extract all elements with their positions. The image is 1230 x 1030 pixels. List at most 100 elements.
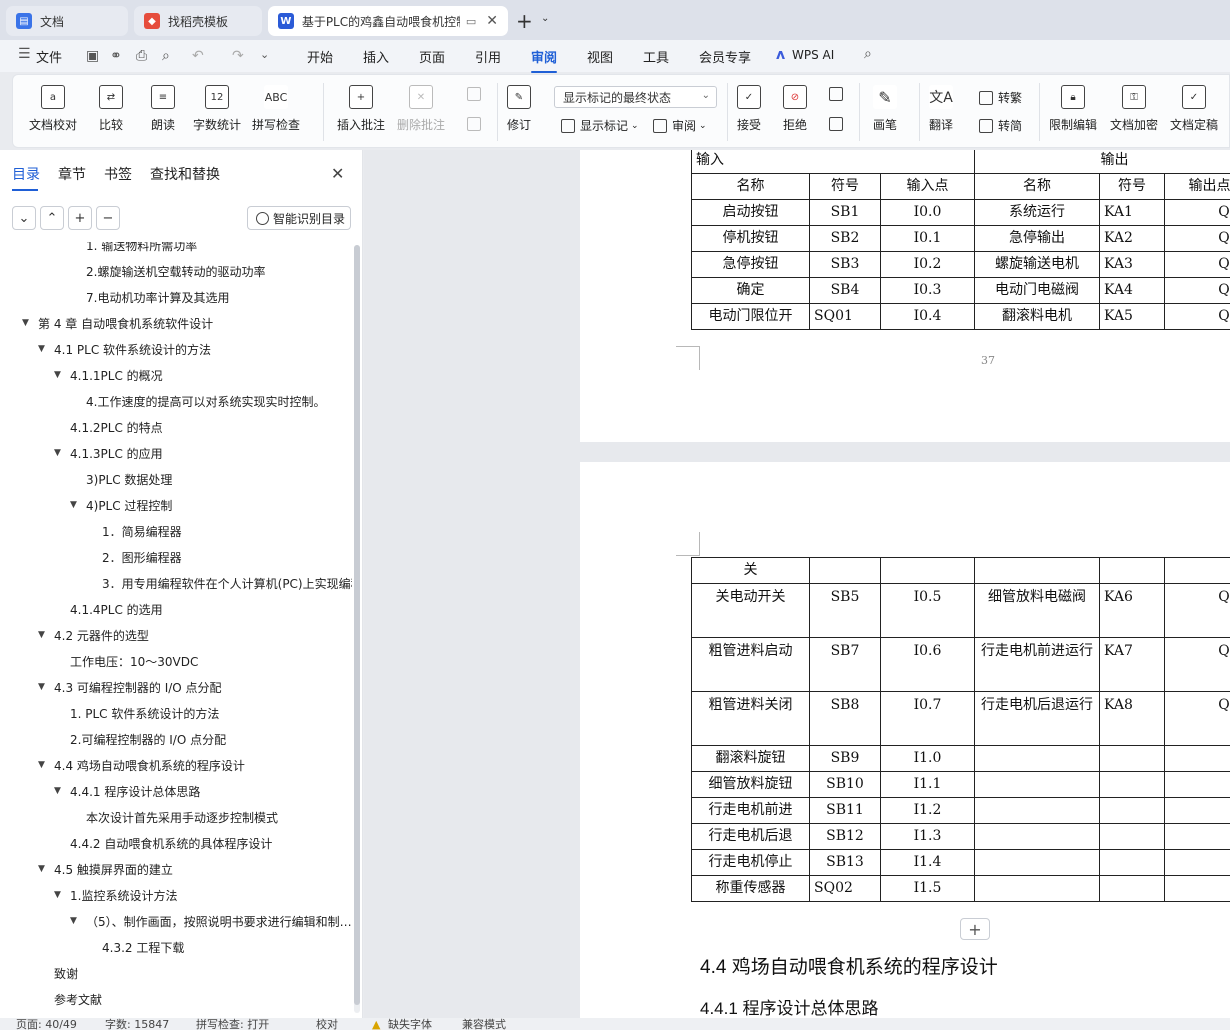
table-cell[interactable]: I0.7 [880, 691, 975, 746]
toc-item[interactable]: ▼ 1.监控系统设计方法 [54, 884, 177, 906]
table-cell[interactable]: SB5 [809, 583, 881, 638]
toc-item[interactable]: ▼ 4)PLC 过程控制 [70, 494, 172, 516]
table-cell[interactable]: I1.0 [880, 745, 975, 772]
table-cell[interactable]: SB7 [809, 637, 881, 692]
table-cell[interactable]: Q0.0 [1164, 199, 1230, 226]
table-cell[interactable]: SB13 [809, 849, 881, 876]
table-cell[interactable]: 启动按钮 [691, 199, 810, 226]
tab-chapters[interactable]: 章节 [58, 164, 86, 184]
monitor-icon[interactable]: ▭ [466, 15, 476, 28]
table-cell[interactable] [1164, 849, 1230, 876]
save-icon[interactable]: ▣ [86, 48, 99, 64]
hamburger-icon[interactable]: ☰ [18, 46, 31, 62]
toc-item[interactable]: ▼ 4.1 PLC 软件系统设计的方法 [38, 338, 211, 360]
table-cell[interactable]: SB9 [809, 745, 881, 772]
compat-mode-indicator[interactable]: 兼容模式 [462, 1019, 506, 1030]
table-cell[interactable] [1164, 797, 1230, 824]
table-cell[interactable]: 行走电机停止 [691, 849, 810, 876]
tab-docer-templates[interactable]: ◆ 找稻壳模板 [134, 6, 262, 36]
page-indicator[interactable]: 页面: 40/49 [16, 1019, 77, 1030]
table-cell[interactable]: KA3 [1099, 251, 1165, 278]
collapse-button[interactable]: ⌃ [40, 206, 64, 230]
table-cell[interactable]: Q0.7 [1164, 691, 1230, 746]
caret-down-icon[interactable]: ▼ [54, 890, 66, 900]
menu-file[interactable]: 文件 [36, 47, 62, 66]
table-cell[interactable]: Q0.4 [1164, 303, 1230, 330]
compare-button[interactable]: ⇄ 比较 [99, 85, 123, 133]
review-pane-button[interactable]: 审阅 ⌄ [653, 117, 707, 134]
tab-documents[interactable]: ▤ 文档 [6, 6, 128, 36]
section-heading[interactable]: 4.4 鸡场自动喂食机系统的程序设计 [700, 952, 998, 979]
to-simplified-button[interactable]: 转简 [979, 117, 1022, 134]
table-cell[interactable]: SB11 [809, 797, 881, 824]
table-cell[interactable]: 符号 [1099, 173, 1165, 200]
word-count-button[interactable]: 12 字数统计 [193, 85, 241, 133]
table-cell[interactable]: I1.4 [880, 849, 975, 876]
table-cell[interactable]: KA2 [1099, 225, 1165, 252]
table-cell[interactable]: SQ01 [809, 303, 881, 330]
missing-font-indicator[interactable]: 缺失字体 [388, 1019, 432, 1030]
accept-button[interactable]: ✓ 接受 [737, 85, 761, 133]
toc-item[interactable]: 4.工作速度的提高可以对系统实现实时控制。 [86, 390, 325, 412]
toc-item[interactable]: 2.可编程控制器的 I/O 点分配 [70, 728, 226, 750]
table-cell[interactable]: 名称 [974, 173, 1100, 200]
table-cell[interactable]: I1.1 [880, 771, 975, 798]
table-cell[interactable]: 翻滚料电机 [974, 303, 1100, 330]
table-cell[interactable]: 系统运行 [974, 199, 1100, 226]
spell-check-indicator[interactable]: 拼写检查: 打开 [196, 1019, 269, 1030]
table-cell[interactable] [1164, 771, 1230, 798]
read-aloud-button[interactable]: ≡ 朗读 [151, 85, 175, 133]
toc-item[interactable]: 参考文献 [54, 988, 102, 1010]
table-cell[interactable]: SQ02 [809, 875, 881, 902]
toc-item[interactable]: 1. 输送物料所需功率 [86, 242, 197, 256]
table-cell[interactable]: I1.2 [880, 797, 975, 824]
table-cell[interactable]: I0.6 [880, 637, 975, 692]
previous-change-icon[interactable] [829, 87, 848, 101]
caret-down-icon[interactable]: ▼ [54, 786, 66, 796]
smart-toc-button[interactable]: 智能识别目录 [247, 206, 351, 230]
print-preview-icon[interactable]: ⌕ [162, 48, 170, 64]
tab-toc[interactable]: 目录 [12, 164, 40, 191]
table-cell[interactable] [1099, 745, 1165, 772]
table-cell[interactable]: 称重传感器 [691, 875, 810, 902]
toc-item[interactable]: ▼ 4.4 鸡场自动喂食机系统的程序设计 [38, 754, 245, 776]
table-cell[interactable] [1099, 797, 1165, 824]
caret-down-icon[interactable]: ▼ [38, 682, 50, 692]
toc-item[interactable]: ▼ 4.3 可编程控制器的 I/O 点分配 [38, 676, 222, 698]
table-cell[interactable] [1099, 875, 1165, 902]
table-cell[interactable]: SB1 [809, 199, 881, 226]
table-cell[interactable]: I1.3 [880, 823, 975, 850]
menu-home[interactable]: 开始 [307, 47, 333, 66]
toc-item[interactable]: ▼ 4.5 触摸屏界面的建立 [38, 858, 173, 880]
table-cell[interactable] [974, 557, 1100, 584]
caret-down-icon[interactable]: ▼ [38, 760, 50, 770]
expand-button[interactable]: ⌄ [12, 206, 36, 230]
finalize-button[interactable]: ✓ 文档定稿 [1170, 85, 1218, 133]
proof-indicator[interactable]: 校对 [316, 1019, 338, 1030]
table-cell[interactable] [1099, 849, 1165, 876]
table-cell[interactable] [974, 797, 1100, 824]
print-icon[interactable]: ⎙ [136, 48, 147, 64]
table-cell[interactable]: Q0.1 [1164, 225, 1230, 252]
table-cell[interactable] [1164, 557, 1230, 584]
panel-scrollbar-thumb[interactable] [354, 245, 360, 1005]
table-cell[interactable]: SB10 [809, 771, 881, 798]
table-cell[interactable]: 输入点 [880, 173, 975, 200]
table-cell[interactable]: 急停输出 [974, 225, 1100, 252]
table-cell[interactable]: 行走电机前进运行 [974, 637, 1100, 692]
chevron-down-icon[interactable]: ⌄ [541, 13, 549, 24]
table-cell[interactable] [1099, 771, 1165, 798]
menu-references[interactable]: 引用 [475, 47, 501, 66]
table-cell[interactable] [1164, 823, 1230, 850]
table-cell[interactable] [974, 875, 1100, 902]
show-markup-button[interactable]: 显示标记 ⌄ [561, 117, 639, 134]
table-cell[interactable]: Q0.6 [1164, 637, 1230, 692]
table-cell[interactable]: SB8 [809, 691, 881, 746]
table-cell[interactable] [1164, 745, 1230, 772]
table-cell[interactable]: KA6 [1099, 583, 1165, 638]
markup-state-select[interactable]: 显示标记的最终状态 ⌄ [554, 86, 717, 108]
revise-button[interactable]: ✎ 修订 [507, 85, 531, 133]
table-cell[interactable]: KA7 [1099, 637, 1165, 692]
caret-down-icon[interactable]: ▼ [22, 318, 34, 328]
table-cell[interactable]: 停机按钮 [691, 225, 810, 252]
